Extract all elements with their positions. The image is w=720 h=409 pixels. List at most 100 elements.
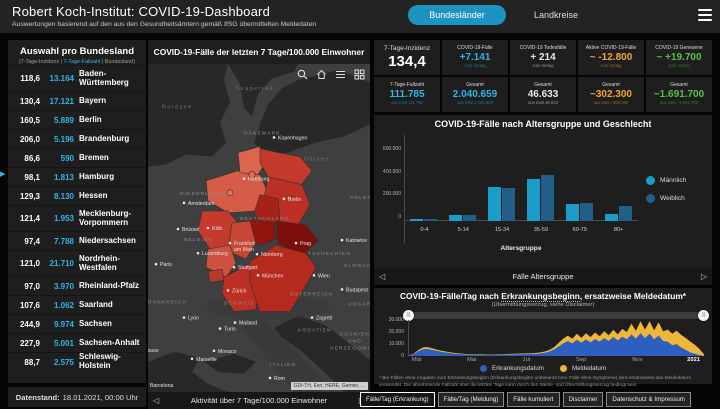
hamburger-menu-icon[interactable]	[698, 9, 712, 21]
city-dot-Amsterdam	[183, 202, 186, 205]
bundesland-name: Bayern	[79, 97, 143, 106]
age-chart-legend: Männlich Weiblich	[638, 135, 712, 243]
bar-Männlich-80+[interactable]	[605, 214, 618, 221]
age-x-tick: 35-59	[521, 227, 561, 233]
footer-button-Fälle kumuliert[interactable]: Fälle kumuliert	[507, 392, 559, 407]
bar-Weiblich-60-79[interactable]	[580, 203, 593, 221]
bundesland-row-3[interactable]: 160,55.889Berlin	[8, 110, 146, 129]
map-canvas[interactable]: NordseeSkagerrakOstseeDÄNEMARKNIEDERLAND…	[148, 64, 370, 392]
time-range-slider[interactable]	[408, 311, 704, 320]
bar-Weiblich-0-4[interactable]	[424, 219, 437, 221]
map-label-Brüssel: Brüssel	[182, 227, 199, 233]
bundesland-row-8[interactable]: 121,41.953Mecklenburg-Vorpommern	[8, 205, 146, 231]
legend-item-Weiblich[interactable]: Weiblich	[646, 194, 712, 203]
kpi-top-2[interactable]: COVID-19-Fälle+7.141zum Vortag	[442, 40, 508, 75]
basemap-grid-icon[interactable]	[353, 68, 366, 81]
kpi-top-1[interactable]: 7-Tage-Inzidenz134,4	[374, 40, 440, 75]
fallzahl-value: 590	[43, 154, 74, 163]
map-label-TSCHECHIEN: TSCHECHIEN	[308, 251, 351, 257]
bar-group-60-79[interactable]	[566, 203, 593, 221]
legend-list-icon[interactable]	[334, 68, 347, 81]
bar-Weiblich-35-59[interactable]	[541, 175, 554, 221]
cases-per-day-chart-panel: COVID-19-Fälle/Tag nach Erkrankungsbegin…	[374, 288, 712, 384]
time-x-tick-2021: 2021	[687, 357, 700, 363]
bundesland-row-10[interactable]: 121,021.710Nordrhein-Westfalen	[8, 250, 146, 276]
bundesland-row-1[interactable]: 118,613.164Baden-Württemberg	[8, 65, 146, 91]
bundesland-row-5[interactable]: 86,6590Bremen	[8, 148, 146, 167]
kpi-card-4: Aktive COVID-19-Fälle~ -12.800zum Vortag…	[578, 40, 644, 112]
kpi-card-2: COVID-19-Fälle+7.141zum VortagGesamt2.04…	[442, 40, 508, 112]
bundesland-row-12[interactable]: 107,61.062Saarland	[8, 295, 146, 314]
kpi-top-5[interactable]: COVID-19 Genesene~ +19.700zum Vortag	[646, 40, 712, 75]
search-icon[interactable]	[296, 68, 309, 81]
footer-button-Fälle/Tag (Erkrankung)[interactable]: Fälle/Tag (Erkrankung)	[360, 392, 435, 407]
europe-map[interactable]: NordseeSkagerrakOstseeDÄNEMARKNIEDERLAND…	[148, 64, 370, 392]
time-chart-x-axis: MärMaiJulSepNov2021	[408, 357, 704, 365]
kpi-top-3[interactable]: COVID-19 Todesfälle+ 214zum Vortag	[510, 40, 576, 75]
inzidenz-value: 129,3	[11, 192, 40, 201]
inzidenz-value: 107,6	[11, 301, 40, 310]
bundesland-row-14[interactable]: 227,95.001Sachsen-Anhalt	[8, 333, 146, 352]
bundesland-name: Nordrhein-Westfalen	[79, 255, 143, 273]
bar-group-5-14[interactable]	[449, 215, 476, 221]
bundesland-row-2[interactable]: 130,417.121Bayern	[8, 91, 146, 110]
kpi-subtext: aus total 111.785	[391, 101, 423, 106]
bar-group-15-34[interactable]	[488, 187, 515, 221]
bar-group-35-59[interactable]	[527, 175, 554, 221]
age-panel-footer-strip: ◁ Fälle Altersgruppe ▷	[374, 268, 712, 285]
bar-Männlich-60-79[interactable]	[566, 204, 579, 221]
bundesland-name: Sachsen	[79, 320, 143, 329]
age-chart-y-axis: 0200.000400.000600.000	[374, 135, 404, 243]
kpi-bottom-5[interactable]: Gesamt~1.691.700aus total ~1.691.700	[646, 77, 712, 112]
bundesland-row-9[interactable]: 97,47.788Niedersachsen	[8, 231, 146, 250]
tab-landkreise[interactable]: Landkreise	[516, 5, 596, 25]
map-label-BOSNIEN: BOSNIEN	[340, 332, 370, 338]
bar-Männlich-15-34[interactable]	[488, 187, 501, 221]
bundesland-row-15[interactable]: 88,72.575Schleswig-Holstein	[8, 352, 146, 371]
sidebar-expand-icon[interactable]: ▶	[0, 170, 5, 178]
bar-Weiblich-5-14[interactable]	[463, 215, 476, 221]
kpi-label: 7-Tage-Inzidenz	[384, 45, 430, 52]
bundesland-row-4[interactable]: 206,05.196Brandenburg	[8, 129, 146, 148]
map-label-UNGARN: UNGARN	[348, 301, 370, 307]
kpi-bottom-3[interactable]: Gesamt46.633aus total 46.633	[510, 77, 576, 112]
bar-Männlich-35-59[interactable]	[527, 179, 540, 221]
map-label-Budapest: Budapest	[346, 287, 368, 293]
kpi-bottom-1[interactable]: 7-Tage-Fallzahl111.785aus total 111.785	[374, 77, 440, 112]
footer-button-Fälle/Tag (Meldung)[interactable]: Fälle/Tag (Meldung)	[438, 392, 505, 407]
bar-Männlich-0-4[interactable]	[410, 219, 423, 221]
map-label-Stuttgart: Stuttgart	[238, 265, 258, 271]
bundesland-row-11[interactable]: 97,03.970Rheinland-Pfalz	[8, 276, 146, 295]
legend-item-Erkrankungsdatum[interactable]: Erkrankungsdatum	[480, 365, 544, 372]
bundesland-name: Sachsen-Anhalt	[79, 339, 143, 348]
kpi-bottom-2[interactable]: Gesamt2.040.659aus total 2.040.659	[442, 77, 508, 112]
city-dot-Prag	[295, 242, 298, 245]
footer-button-Disclaimer[interactable]: Disclaimer	[563, 392, 604, 407]
inzidenz-value: 88,7	[11, 358, 40, 367]
legend-item-Meldedatum[interactable]: Meldedatum	[560, 365, 606, 372]
legend-item-Männlich[interactable]: Männlich	[646, 176, 712, 185]
bundesland-row-6[interactable]: 98,11.813Hamburg	[8, 167, 146, 186]
kpi-card-3: COVID-19 Todesfälle+ 214zum VortagGesamt…	[510, 40, 576, 112]
kpi-top-4[interactable]: Aktive COVID-19-Fälle~ -12.800zum Vortag	[578, 40, 644, 75]
map-label-Katowice: Katowice	[346, 238, 367, 244]
slider-track[interactable]	[408, 312, 704, 319]
footer-button-Datenschutz & Impressum[interactable]: Datenschutz & Impressum	[606, 392, 691, 407]
bar-group-80+[interactable]	[605, 206, 632, 221]
time-x-tick-Mär: Mär	[412, 357, 422, 363]
age-chart-plot[interactable]: 0-45-1415-3435-5960-7980+	[404, 135, 638, 243]
bar-Weiblich-15-34[interactable]	[502, 188, 515, 221]
time-chart-plot[interactable]	[408, 320, 704, 356]
kpi-bottom-4[interactable]: Gesamt~302.300aus total ~302.300	[578, 77, 644, 112]
map-panel: COVID-19-Fälle der letzten 7 Tage/100.00…	[148, 40, 370, 409]
map-label-Prag: Prag	[300, 241, 311, 247]
bar-group-0-4[interactable]	[410, 219, 437, 221]
kpi-value: 2.040.659	[453, 89, 498, 101]
bar-Weiblich-80+[interactable]	[619, 206, 632, 221]
home-icon[interactable]	[315, 68, 328, 81]
bar-Männlich-5-14[interactable]	[449, 215, 462, 221]
tab-bundeslaender[interactable]: Bundesländer	[408, 5, 506, 25]
bundesland-row-13[interactable]: 244,99.974Sachsen	[8, 314, 146, 333]
age-next-arrow-icon[interactable]: ▷	[701, 273, 707, 281]
bundesland-row-7[interactable]: 129,38.130Hessen	[8, 186, 146, 205]
